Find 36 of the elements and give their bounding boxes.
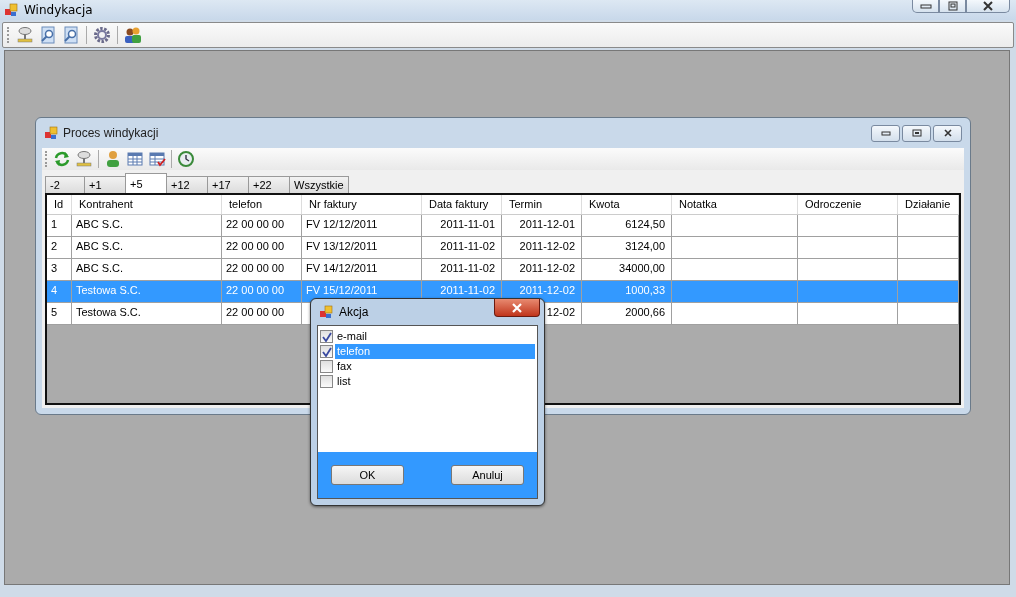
table-cell: 22 00 00 00	[226, 262, 285, 274]
table-cell: ABC S.C.	[76, 262, 124, 274]
table-cell: FV 14/12/2011	[306, 262, 378, 274]
table-cell: 3124,00	[625, 240, 665, 252]
table-cell: 2011-12-02	[519, 262, 575, 274]
table-cell: 2011-12-02	[519, 284, 575, 296]
table-cell: Testowa S.C.	[76, 306, 141, 318]
table-cell: 6124,50	[625, 218, 665, 230]
table-cell: 22 00 00 00	[226, 284, 285, 296]
table-cell: 22 00 00 00	[226, 218, 285, 230]
table-cell: 2011-11-02	[440, 240, 495, 252]
table-cell: FV 12/12/2011	[306, 218, 378, 230]
child-window-title: Proces windykacji	[63, 126, 159, 140]
table-cell: 2011-11-01	[440, 218, 495, 230]
table-cell: 12-02	[546, 306, 575, 318]
table-cell: 5	[51, 306, 58, 318]
table-cell: FV 13/12/2011	[306, 240, 378, 252]
table-cell: 2011-11-02	[440, 284, 495, 296]
table-cell: 2	[51, 240, 58, 252]
table-cell: Testowa S.C.	[76, 284, 141, 296]
table-cell: ABC S.C.	[76, 240, 124, 252]
table-cell: 1000,33	[625, 284, 665, 296]
table-cell: 2011-11-02	[440, 262, 495, 274]
dialog-title: Akcja	[339, 305, 369, 319]
table-cell: 2011-12-02	[519, 240, 575, 252]
table-cell: FV 15/12/2011	[306, 284, 378, 296]
table-cell: 22 00 00 00	[226, 306, 285, 318]
window-title: Windykacja	[24, 3, 93, 17]
table-cell: 34000,00	[619, 262, 665, 274]
table-cell: 2011-12-01	[519, 218, 575, 230]
table-cell: 22 00 00 00	[226, 240, 285, 252]
table-cell: 1	[51, 218, 58, 230]
table-cell: 2000,66	[625, 306, 665, 318]
table-cell: 4	[51, 284, 58, 296]
table-cell: 3	[51, 262, 58, 274]
table-cell: ABC S.C.	[76, 218, 124, 230]
